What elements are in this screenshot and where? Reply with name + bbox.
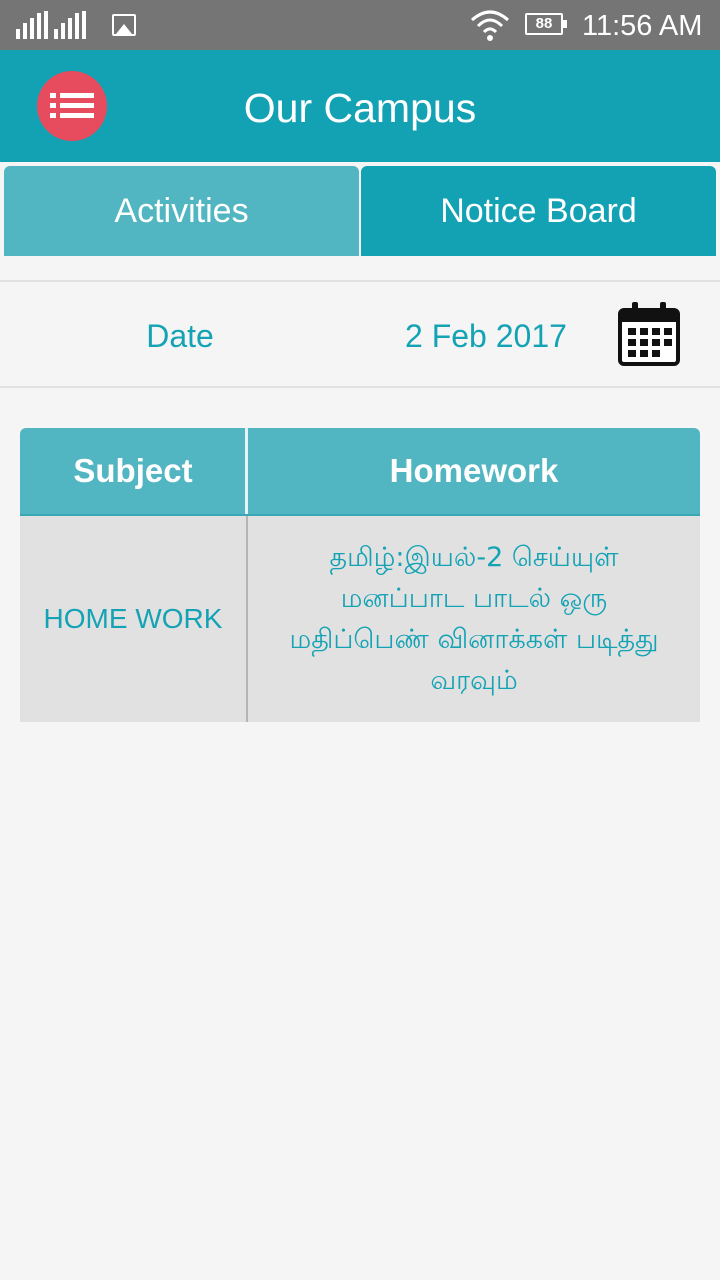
tab-bar: Activities Notice Board (4, 166, 716, 256)
status-bar: 88 11:56 AM (0, 0, 720, 50)
homework-table: Subject Homework HOME WORK தமிழ்:இயல்-2 … (20, 428, 700, 722)
wifi-icon (471, 10, 509, 41)
battery-level: 88 (535, 15, 553, 32)
cell-homework: தமிழ்:இயல்-2 செய்யுள் மனப்பாட பாடல் ஒரு … (289, 542, 659, 696)
app-bar: Our Campus (0, 50, 720, 162)
status-clock: 11:56 AM (582, 10, 703, 42)
table-header: Subject Homework (20, 428, 700, 516)
signal-icon (16, 11, 48, 39)
date-row: Date 2 Feb 2017 (0, 280, 720, 388)
calendar-icon[interactable] (618, 302, 680, 366)
signal-icon (54, 11, 86, 39)
date-label: Date (146, 318, 214, 354)
gallery-icon (112, 14, 136, 36)
header-subject: Subject (73, 452, 193, 489)
header-homework: Homework (389, 452, 559, 489)
cell-subject: HOME WORK (43, 603, 223, 634)
tab-notice-board[interactable]: Notice Board (361, 166, 716, 256)
battery-icon: 88 (525, 13, 567, 35)
cell-divider (246, 516, 248, 722)
table-row: HOME WORK தமிழ்:இயல்-2 செய்யுள் மனப்பாட … (20, 516, 700, 722)
app-title: Our Campus (243, 85, 477, 131)
tab-activities[interactable]: Activities (4, 166, 359, 256)
date-value[interactable]: 2 Feb 2017 (405, 316, 567, 356)
